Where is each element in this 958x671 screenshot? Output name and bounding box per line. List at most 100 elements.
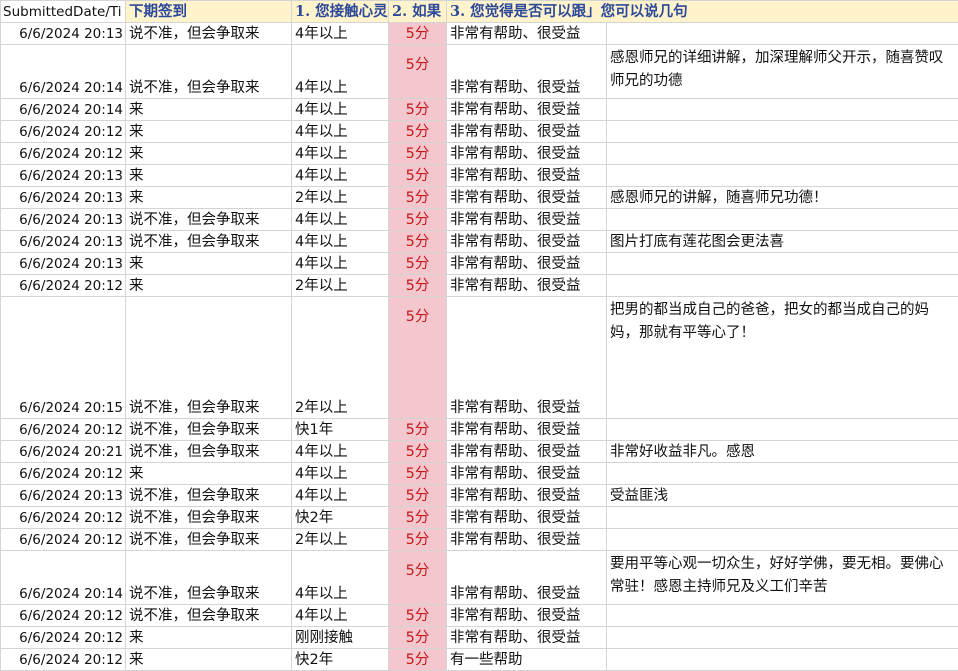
date-cell[interactable]: 6/6/2024 20:15 bbox=[1, 297, 126, 419]
years-cell[interactable]: 4年以上 bbox=[292, 121, 389, 143]
attendance-cell[interactable]: 说不准，但会争取来 bbox=[126, 45, 292, 99]
score-cell[interactable]: 5分 bbox=[389, 231, 447, 253]
date-cell[interactable]: 6/6/2024 20:13 bbox=[1, 187, 126, 209]
comment-cell[interactable] bbox=[607, 275, 958, 297]
years-cell[interactable]: 4年以上 bbox=[292, 165, 389, 187]
years-cell[interactable]: 4年以上 bbox=[292, 209, 389, 231]
score-cell[interactable]: 5分 bbox=[389, 649, 447, 671]
header-years-contact[interactable]: 1. 您接触心灵 bbox=[292, 1, 389, 23]
score-cell[interactable]: 5分 bbox=[389, 605, 447, 627]
attendance-cell[interactable]: 来 bbox=[126, 627, 292, 649]
date-cell[interactable]: 6/6/2024 20:21 bbox=[1, 441, 126, 463]
attendance-cell[interactable]: 来 bbox=[126, 165, 292, 187]
comment-cell[interactable] bbox=[607, 253, 958, 275]
attendance-cell[interactable]: 来 bbox=[126, 253, 292, 275]
helpfulness-cell[interactable]: 非常有帮助、很受益 bbox=[447, 99, 607, 121]
date-cell[interactable]: 6/6/2024 20:13 bbox=[1, 23, 126, 45]
comment-cell[interactable] bbox=[607, 209, 958, 231]
comment-cell[interactable] bbox=[607, 529, 958, 551]
years-cell[interactable]: 2年以上 bbox=[292, 297, 389, 419]
attendance-cell[interactable]: 来 bbox=[126, 143, 292, 165]
date-cell[interactable]: 6/6/2024 20:14 bbox=[1, 99, 126, 121]
score-cell[interactable]: 5分 bbox=[389, 507, 447, 529]
helpfulness-cell[interactable]: 非常有帮助、很受益 bbox=[447, 529, 607, 551]
helpfulness-cell[interactable]: 非常有帮助、很受益 bbox=[447, 143, 607, 165]
years-cell[interactable]: 4年以上 bbox=[292, 231, 389, 253]
score-cell[interactable]: 5分 bbox=[389, 419, 447, 441]
attendance-cell[interactable]: 说不准，但会争取来 bbox=[126, 507, 292, 529]
score-cell[interactable]: 5分 bbox=[389, 297, 447, 419]
date-cell[interactable]: 6/6/2024 20:12 bbox=[1, 605, 126, 627]
years-cell[interactable]: 4年以上 bbox=[292, 441, 389, 463]
attendance-cell[interactable]: 说不准，但会争取来 bbox=[126, 23, 292, 45]
date-cell[interactable]: 6/6/2024 20:12 bbox=[1, 143, 126, 165]
attendance-cell[interactable]: 说不准，但会争取来 bbox=[126, 551, 292, 605]
comment-cell[interactable]: 感恩师兄的讲解，随喜师兄功德！ bbox=[607, 187, 958, 209]
helpfulness-cell[interactable]: 有一些帮助 bbox=[447, 649, 607, 671]
comment-cell[interactable]: 非常好收益非凡。感恩 bbox=[607, 441, 958, 463]
helpfulness-cell[interactable]: 非常有帮助、很受益 bbox=[447, 275, 607, 297]
score-cell[interactable]: 5分 bbox=[389, 121, 447, 143]
years-cell[interactable]: 2年以上 bbox=[292, 275, 389, 297]
years-cell[interactable]: 4年以上 bbox=[292, 605, 389, 627]
years-cell[interactable]: 4年以上 bbox=[292, 485, 389, 507]
years-cell[interactable]: 4年以上 bbox=[292, 551, 389, 605]
comment-cell[interactable] bbox=[607, 23, 958, 45]
attendance-cell[interactable]: 说不准，但会争取来 bbox=[126, 485, 292, 507]
score-cell[interactable]: 5分 bbox=[389, 463, 447, 485]
date-cell[interactable]: 6/6/2024 20:13 bbox=[1, 165, 126, 187]
helpfulness-cell[interactable]: 非常有帮助、很受益 bbox=[447, 419, 607, 441]
score-cell[interactable]: 5分 bbox=[389, 275, 447, 297]
date-cell[interactable]: 6/6/2024 20:13 bbox=[1, 209, 126, 231]
years-cell[interactable]: 快2年 bbox=[292, 649, 389, 671]
comment-cell[interactable]: 要用平等心观一切众生，好好学佛，要无相。要佛心常驻！感恩主持师兄及义工们辛苦 bbox=[607, 551, 958, 605]
comment-cell[interactable] bbox=[607, 121, 958, 143]
score-cell[interactable]: 5分 bbox=[389, 99, 447, 121]
helpfulness-cell[interactable]: 非常有帮助、很受益 bbox=[447, 441, 607, 463]
attendance-cell[interactable]: 说不准，但会争取来 bbox=[126, 441, 292, 463]
helpfulness-cell[interactable]: 非常有帮助、很受益 bbox=[447, 121, 607, 143]
attendance-cell[interactable]: 说不准，但会争取来 bbox=[126, 605, 292, 627]
score-cell[interactable]: 5分 bbox=[389, 209, 447, 231]
score-cell[interactable]: 5分 bbox=[389, 45, 447, 99]
helpfulness-cell[interactable]: 非常有帮助、很受益 bbox=[447, 231, 607, 253]
header-next-attendance[interactable]: 下期签到 bbox=[126, 1, 292, 23]
date-cell[interactable]: 6/6/2024 20:12 bbox=[1, 627, 126, 649]
header-question-3[interactable]: 3. 您觉得是否可以跟」您可以说几句 bbox=[447, 1, 958, 23]
comment-cell[interactable] bbox=[607, 143, 958, 165]
comment-cell[interactable]: 感恩师兄的详细讲解，加深理解师父开示，随喜赞叹师兄的功德 bbox=[607, 45, 958, 99]
attendance-cell[interactable]: 来 bbox=[126, 649, 292, 671]
comment-cell[interactable] bbox=[607, 507, 958, 529]
years-cell[interactable]: 4年以上 bbox=[292, 253, 389, 275]
helpfulness-cell[interactable]: 非常有帮助、很受益 bbox=[447, 605, 607, 627]
years-cell[interactable]: 2年以上 bbox=[292, 529, 389, 551]
score-cell[interactable]: 5分 bbox=[389, 165, 447, 187]
attendance-cell[interactable]: 说不准，但会争取来 bbox=[126, 419, 292, 441]
score-cell[interactable]: 5分 bbox=[389, 143, 447, 165]
years-cell[interactable]: 4年以上 bbox=[292, 99, 389, 121]
helpfulness-cell[interactable]: 非常有帮助、很受益 bbox=[447, 253, 607, 275]
years-cell[interactable]: 4年以上 bbox=[292, 143, 389, 165]
score-cell[interactable]: 5分 bbox=[389, 187, 447, 209]
header-question-2[interactable]: 2. 如果 bbox=[389, 1, 447, 23]
date-cell[interactable]: 6/6/2024 20:14 bbox=[1, 551, 126, 605]
attendance-cell[interactable]: 说不准，但会争取来 bbox=[126, 297, 292, 419]
date-cell[interactable]: 6/6/2024 20:12 bbox=[1, 121, 126, 143]
attendance-cell[interactable]: 说不准，但会争取来 bbox=[126, 529, 292, 551]
attendance-cell[interactable]: 来 bbox=[126, 275, 292, 297]
attendance-cell[interactable]: 来 bbox=[126, 99, 292, 121]
helpfulness-cell[interactable]: 非常有帮助、很受益 bbox=[447, 209, 607, 231]
date-cell[interactable]: 6/6/2024 20:14 bbox=[1, 45, 126, 99]
score-cell[interactable]: 5分 bbox=[389, 529, 447, 551]
helpfulness-cell[interactable]: 非常有帮助、很受益 bbox=[447, 187, 607, 209]
date-cell[interactable]: 6/6/2024 20:12 bbox=[1, 649, 126, 671]
years-cell[interactable]: 快1年 bbox=[292, 419, 389, 441]
date-cell[interactable]: 6/6/2024 20:12 bbox=[1, 419, 126, 441]
comment-cell[interactable]: 把男的都当成自己的爸爸，把女的都当成自己的妈妈，那就有平等心了！ bbox=[607, 297, 958, 419]
helpfulness-cell[interactable]: 非常有帮助、很受益 bbox=[447, 627, 607, 649]
date-cell[interactable]: 6/6/2024 20:12 bbox=[1, 463, 126, 485]
comment-cell[interactable]: 受益匪浅 bbox=[607, 485, 958, 507]
comment-cell[interactable] bbox=[607, 165, 958, 187]
score-cell[interactable]: 5分 bbox=[389, 23, 447, 45]
comment-cell[interactable]: 图片打底有莲花图会更法喜 bbox=[607, 231, 958, 253]
